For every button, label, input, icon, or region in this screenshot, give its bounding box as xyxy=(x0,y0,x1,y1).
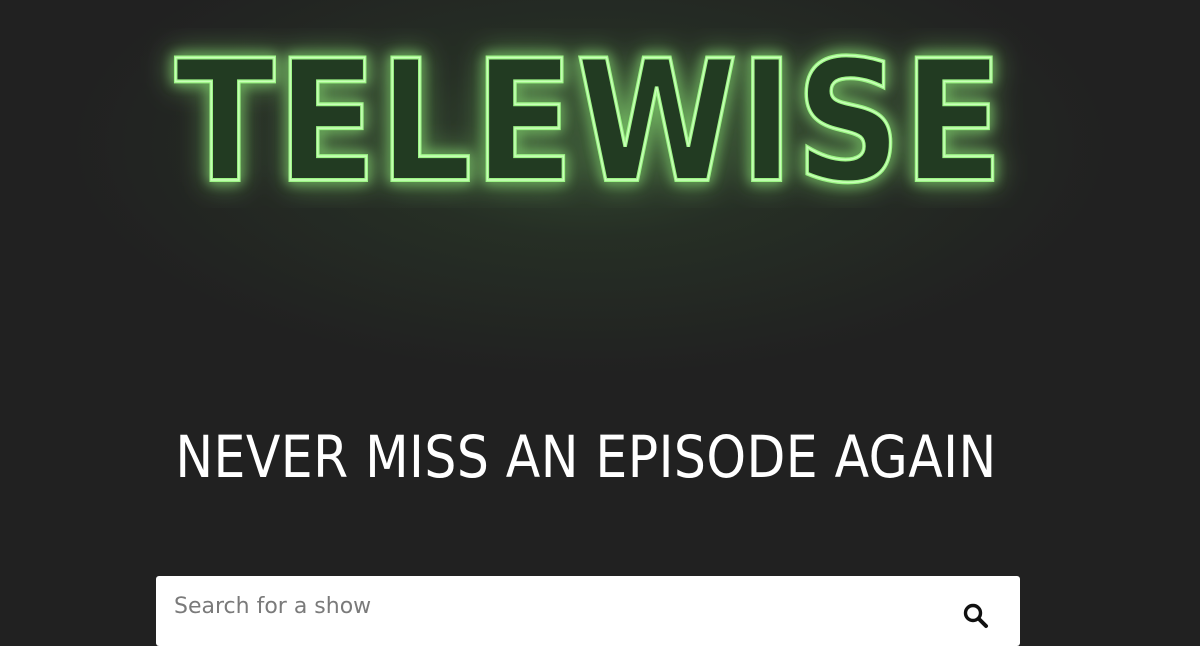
search-input[interactable] xyxy=(156,576,936,646)
search-bar xyxy=(156,576,1020,646)
search-button[interactable] xyxy=(962,602,990,630)
hero-section: TELEWISE TELEWISE NEVER MISS AN EPISODE … xyxy=(0,0,1200,646)
search-icon xyxy=(962,603,990,633)
tagline: NEVER MISS AN EPISODE AGAIN xyxy=(175,422,997,491)
telewise-logo: TELEWISE TELEWISE xyxy=(0,28,1200,208)
logo-wordmark-core: TELEWISE xyxy=(175,28,1005,208)
